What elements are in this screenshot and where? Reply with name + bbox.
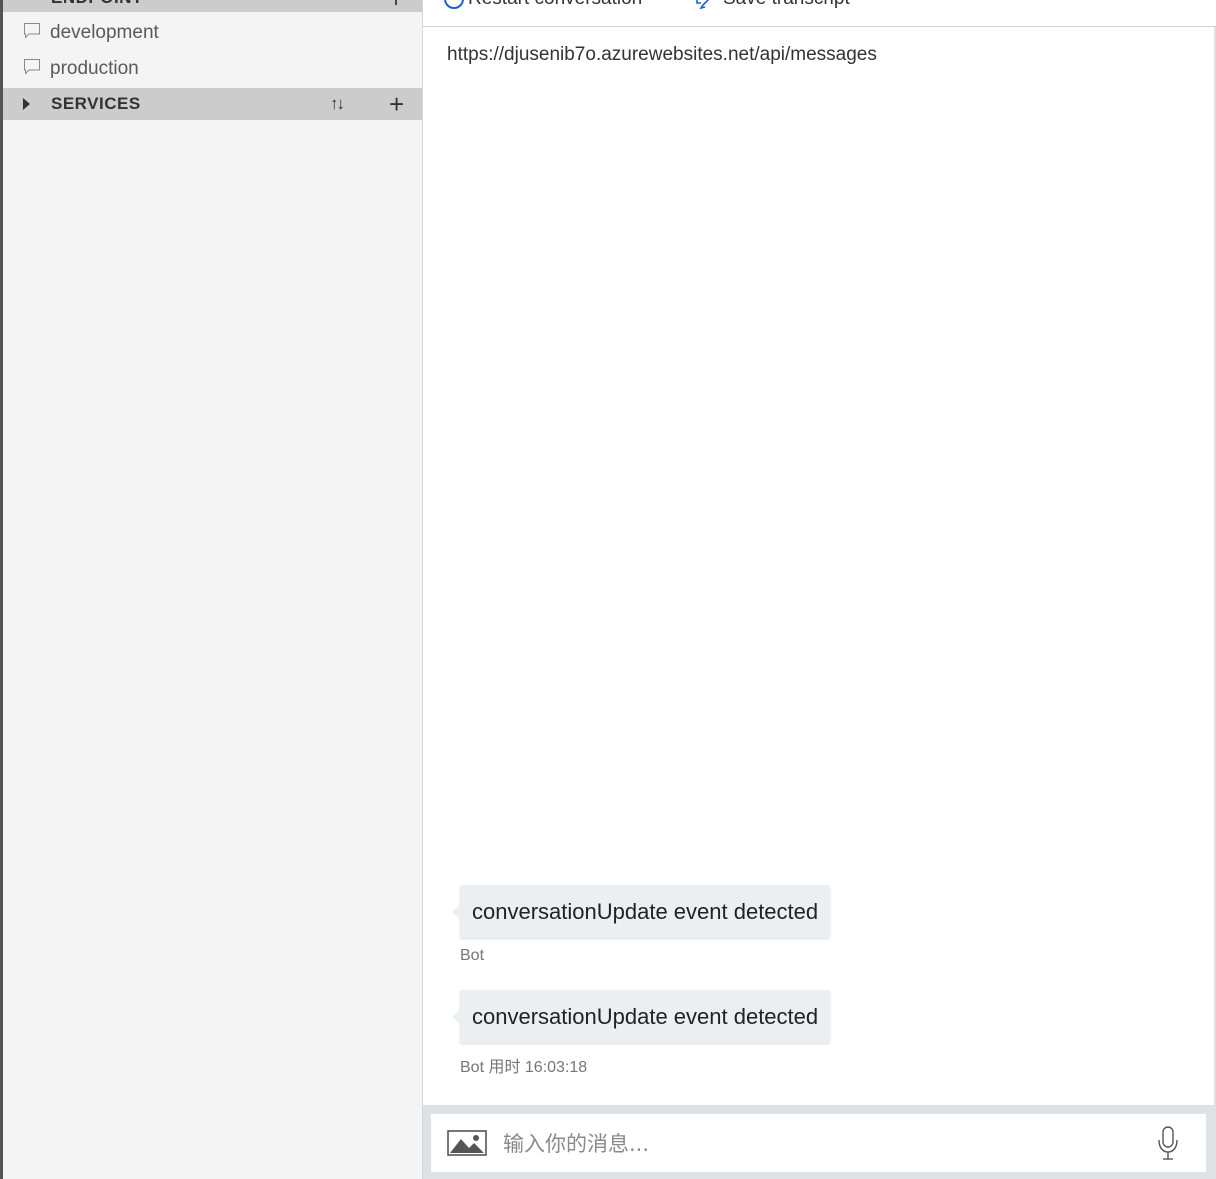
upload-image-icon[interactable] [447, 1130, 487, 1156]
message-input-bar [423, 1105, 1216, 1179]
restart-conversation-button[interactable]: Restart conversation [444, 0, 642, 10]
restart-icon [444, 0, 464, 9]
message-text: conversationUpdate event detected [472, 1003, 819, 1029]
emulator-window: ENDPOINT + development production SERVIC… [0, 0, 1216, 1179]
services-section-header[interactable]: SERVICES ↑↓ + [3, 88, 422, 120]
chat-transcript[interactable]: https://djusenib7o.azurewebsites.net/api… [423, 27, 1214, 1105]
chat-icon [24, 59, 40, 75]
restart-conversation-label: Restart conversation [468, 0, 642, 10]
chat-icon [24, 23, 40, 39]
save-transcript-label: Save transcript [723, 0, 850, 10]
conversation-toolbar: Restart conversation Save transcript [423, 0, 1216, 27]
endpoint-item-production[interactable]: production [3, 52, 422, 86]
sort-icon[interactable]: ↑↓ [330, 94, 345, 114]
endpoint-section-header[interactable]: ENDPOINT + [3, 0, 422, 12]
message-input-container [431, 1114, 1206, 1172]
add-endpoint-icon[interactable]: + [389, 0, 403, 12]
save-transcript-icon [696, 0, 710, 9]
message-meta: Bot [460, 947, 485, 964]
sidebar: ENDPOINT + development production SERVIC… [3, 0, 422, 1179]
endpoint-item-development[interactable]: development [3, 16, 422, 50]
save-transcript-button[interactable]: Save transcript [695, 0, 850, 10]
endpoint-section-label: ENDPOINT [51, 0, 143, 8]
message-meta: Bot 用时 16:03:18 [460, 1059, 588, 1076]
message-input[interactable] [501, 1124, 1125, 1164]
message-text: conversationUpdate event detected [472, 898, 819, 924]
services-section-label: SERVICES [51, 94, 141, 113]
expand-caret-icon[interactable] [23, 98, 30, 110]
endpoint-name: production [50, 58, 139, 79]
bot-message-bubble[interactable]: conversationUpdate event detected [451, 885, 831, 938]
bot-message-bubble[interactable]: conversationUpdate event detected [451, 990, 831, 1043]
endpoint-url: https://djusenib7o.azurewebsites.net/api… [447, 44, 877, 65]
endpoint-name: development [50, 22, 159, 43]
microphone-icon[interactable] [1157, 1126, 1179, 1162]
add-service-icon[interactable]: + [389, 89, 404, 119]
